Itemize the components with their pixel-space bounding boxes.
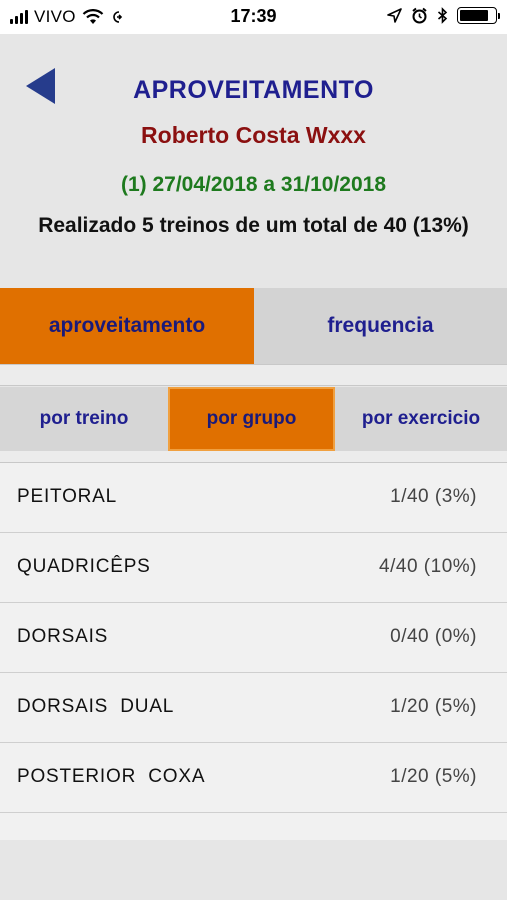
status-bar: VIVO 17:39	[0, 0, 507, 34]
group-value: 4/40 (10%)	[379, 556, 477, 577]
group-value: 1/20 (5%)	[390, 696, 477, 717]
subtab-por-exercicio[interactable]: por exercicio	[335, 387, 507, 451]
group-name: POSTERIOR COXA	[17, 766, 206, 787]
sub-tabs: por treino por grupo por exercicio	[0, 387, 507, 451]
group-list: PEITORAL 1/40 (3%) QUADRICÊPS 4/40 (10%)…	[0, 463, 507, 840]
list-end-spacer	[0, 813, 507, 840]
list-item[interactable]: PEITORAL 1/40 (3%)	[0, 463, 507, 533]
status-right	[387, 7, 500, 24]
page-title: APROVEITAMENTO	[133, 76, 374, 104]
athlete-name: Roberto Costa Wxxx	[141, 122, 366, 148]
battery-icon	[457, 7, 500, 24]
period-range: (1) 27/04/2018 a 31/10/2018	[120, 173, 387, 196]
group-value: 1/40 (3%)	[390, 486, 477, 507]
tab-separator	[0, 364, 507, 386]
group-name: DORSAIS	[17, 626, 109, 647]
list-item[interactable]: DORSAIS DUAL 1/20 (5%)	[0, 673, 507, 743]
location-icon	[387, 8, 402, 23]
group-name: PEITORAL	[17, 486, 118, 507]
list-item[interactable]: QUADRICÊPS 4/40 (10%)	[0, 533, 507, 603]
list-item[interactable]: POSTERIOR COXA 1/20 (5%)	[0, 743, 507, 813]
main-tabs: aproveitamento frequencia	[0, 288, 507, 364]
battery-fill	[460, 10, 488, 21]
list-item[interactable]: DORSAIS 0/40 (0%)	[0, 603, 507, 673]
training-summary: Realizado 5 treinos de um total de 40 (1…	[38, 214, 469, 237]
group-value: 0/40 (0%)	[390, 626, 477, 647]
alarm-icon	[412, 7, 427, 24]
tab-frequencia[interactable]: frequencia	[254, 288, 507, 364]
subtab-por-treino[interactable]: por treino	[0, 387, 168, 451]
group-value: 1/20 (5%)	[390, 766, 477, 787]
group-name: DORSAIS DUAL	[17, 696, 175, 717]
tab-aproveitamento[interactable]: aproveitamento	[0, 288, 254, 364]
group-name: QUADRICÊPS	[17, 556, 151, 577]
subtab-por-grupo[interactable]: por grupo	[168, 387, 335, 451]
list-separator	[0, 451, 507, 463]
bluetooth-icon	[437, 7, 448, 24]
